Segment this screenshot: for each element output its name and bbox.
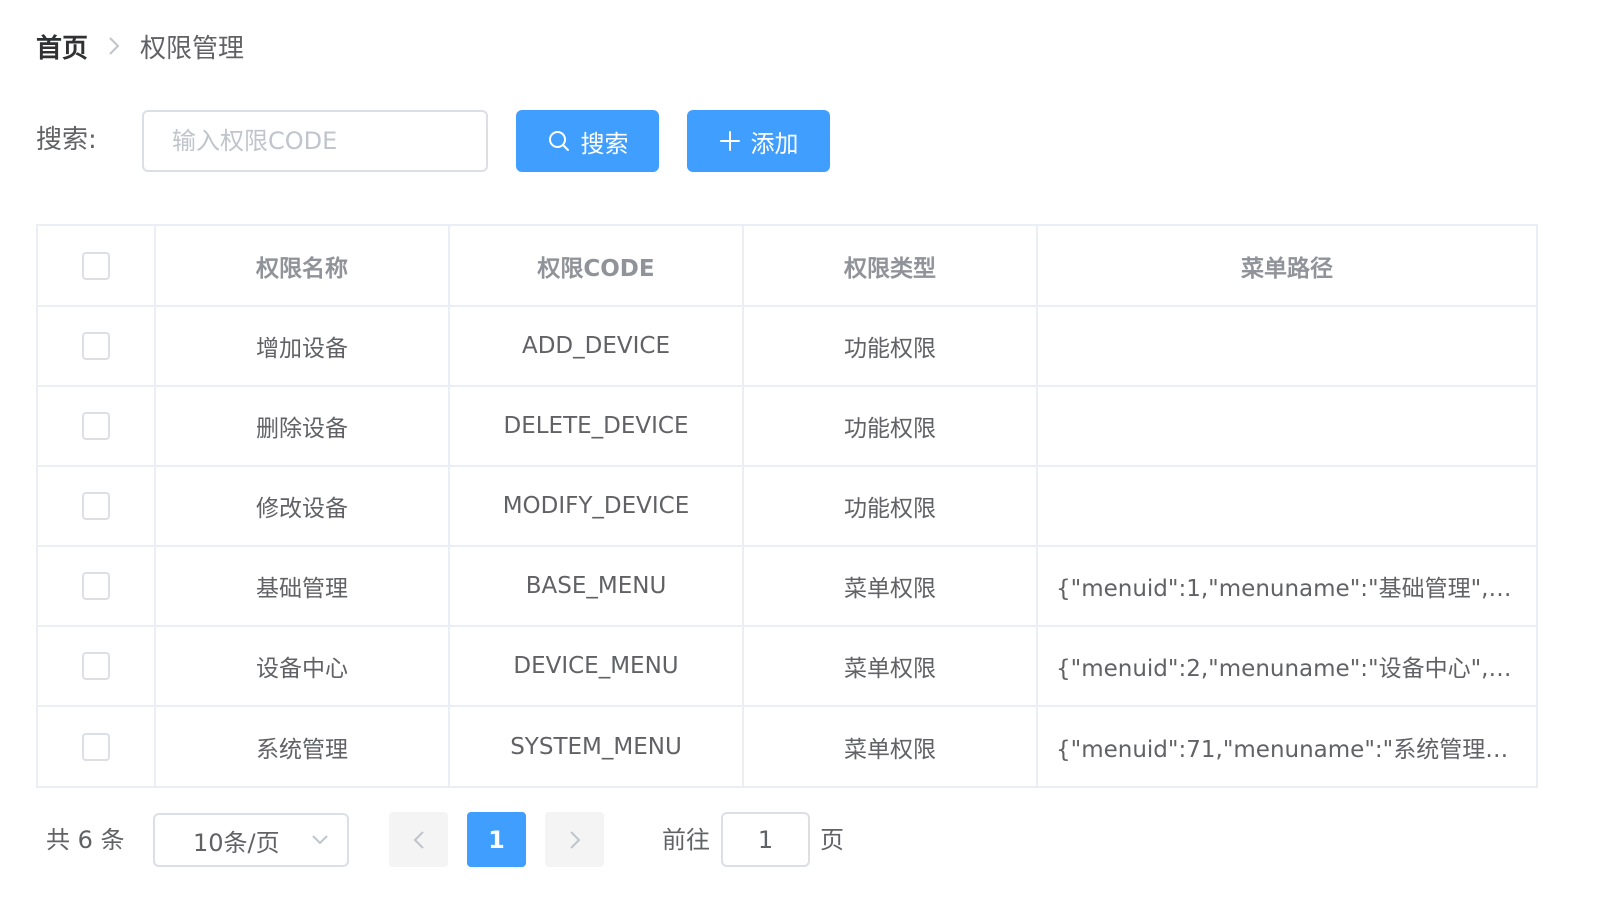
row-checkbox[interactable] xyxy=(82,412,110,440)
page-number-button[interactable]: 1 xyxy=(467,812,526,867)
select-all-checkbox[interactable] xyxy=(82,251,110,280)
search-button-label: 搜索 xyxy=(580,129,629,158)
menu-path-cell: {"menuid":1,"menuname":"基础管理","... xyxy=(1037,546,1536,627)
chevron-right-icon xyxy=(108,36,120,56)
menu-path-cell xyxy=(1037,306,1536,387)
permission-code-cell: BASE_MENU xyxy=(449,546,744,627)
menu-path-cell xyxy=(1037,386,1536,467)
next-page-button[interactable] xyxy=(545,812,604,867)
breadcrumb: 首页 权限管理 xyxy=(36,26,244,66)
permission-code-cell: MODIFY_DEVICE xyxy=(449,466,744,547)
plus-icon xyxy=(719,130,741,152)
permission-code-cell: DELETE_DEVICE xyxy=(449,386,744,467)
permission-table: 权限名称 权限CODE 权限类型 菜单路径 增加设备 ADD_DEVICE 功能… xyxy=(36,224,1538,788)
menu-path-cell xyxy=(1037,466,1536,547)
add-button-label: 添加 xyxy=(750,129,799,158)
permission-management-page: 首页 权限管理 搜索: 搜索 添加 权限名称 权限CODE xyxy=(0,0,1598,900)
breadcrumb-current: 权限管理 xyxy=(140,33,245,64)
page-size-value: 10条/页 xyxy=(193,828,280,857)
permission-code-cell: SYSTEM_MENU xyxy=(449,706,744,786)
header-permission-name: 权限名称 xyxy=(155,226,450,307)
goto-page-input[interactable] xyxy=(721,812,810,867)
table-row: 增加设备 ADD_DEVICE 功能权限 xyxy=(38,306,1536,387)
permission-name-cell: 基础管理 xyxy=(155,546,450,627)
permission-type-cell: 功能权限 xyxy=(743,466,1038,547)
header-menu-path: 菜单路径 xyxy=(1037,226,1536,307)
permission-type-cell: 功能权限 xyxy=(743,306,1038,387)
search-label: 搜索: xyxy=(36,125,97,155)
menu-path-cell: {"menuid":2,"menuname":"设备中心","... xyxy=(1037,626,1536,707)
header-permission-type: 权限类型 xyxy=(743,226,1038,307)
search-input[interactable] xyxy=(142,110,488,172)
chevron-left-icon xyxy=(413,830,425,850)
permission-name-cell: 增加设备 xyxy=(155,306,450,387)
add-button[interactable]: 添加 xyxy=(687,110,830,172)
row-select-cell xyxy=(38,466,156,547)
row-select-cell xyxy=(38,706,156,786)
header-permission-code: 权限CODE xyxy=(449,226,744,307)
search-icon xyxy=(547,129,571,153)
row-checkbox[interactable] xyxy=(82,652,110,680)
permission-type-cell: 菜单权限 xyxy=(743,626,1038,707)
permission-name-cell: 修改设备 xyxy=(155,466,450,547)
row-checkbox[interactable] xyxy=(82,492,110,520)
table-row: 系统管理 SYSTEM_MENU 菜单权限 {"menuid":71,"menu… xyxy=(38,706,1536,786)
row-select-cell xyxy=(38,546,156,627)
table-row: 修改设备 MODIFY_DEVICE 功能权限 xyxy=(38,466,1536,547)
permission-name-cell: 删除设备 xyxy=(155,386,450,467)
chevron-down-icon xyxy=(311,834,329,846)
table-row: 基础管理 BASE_MENU 菜单权限 {"menuid":1,"menunam… xyxy=(38,546,1536,627)
breadcrumb-home[interactable]: 首页 xyxy=(36,28,88,65)
row-select-cell xyxy=(38,386,156,467)
header-select-all-cell xyxy=(38,226,156,307)
row-select-cell xyxy=(38,626,156,707)
permission-type-cell: 菜单权限 xyxy=(743,706,1038,786)
search-button[interactable]: 搜索 xyxy=(516,110,659,172)
pagination-total: 共 6 条 xyxy=(46,826,125,854)
row-checkbox[interactable] xyxy=(82,572,110,600)
goto-label: 前往 xyxy=(662,826,710,854)
permission-type-cell: 菜单权限 xyxy=(743,546,1038,627)
row-select-cell xyxy=(38,306,156,387)
row-checkbox[interactable] xyxy=(82,332,110,360)
permission-code-cell: DEVICE_MENU xyxy=(449,626,744,707)
permission-name-cell: 系统管理 xyxy=(155,706,450,786)
menu-path-cell: {"menuid":71,"menuname":"系统管理",... xyxy=(1056,736,1526,763)
permission-type-cell: 功能权限 xyxy=(743,386,1038,467)
goto-suffix: 页 xyxy=(820,826,844,854)
page-size-select[interactable]: 10条/页 xyxy=(153,813,349,867)
prev-page-button[interactable] xyxy=(389,812,448,867)
row-checkbox[interactable] xyxy=(82,732,110,761)
table-row: 设备中心 DEVICE_MENU 菜单权限 {"menuid":2,"menun… xyxy=(38,626,1536,707)
permission-name-cell: 设备中心 xyxy=(155,626,450,707)
chevron-right-icon xyxy=(569,830,581,850)
table-header-row: 权限名称 权限CODE 权限类型 菜单路径 xyxy=(38,226,1536,307)
table-row: 删除设备 DELETE_DEVICE 功能权限 xyxy=(38,386,1536,467)
permission-code-cell: ADD_DEVICE xyxy=(449,306,744,387)
